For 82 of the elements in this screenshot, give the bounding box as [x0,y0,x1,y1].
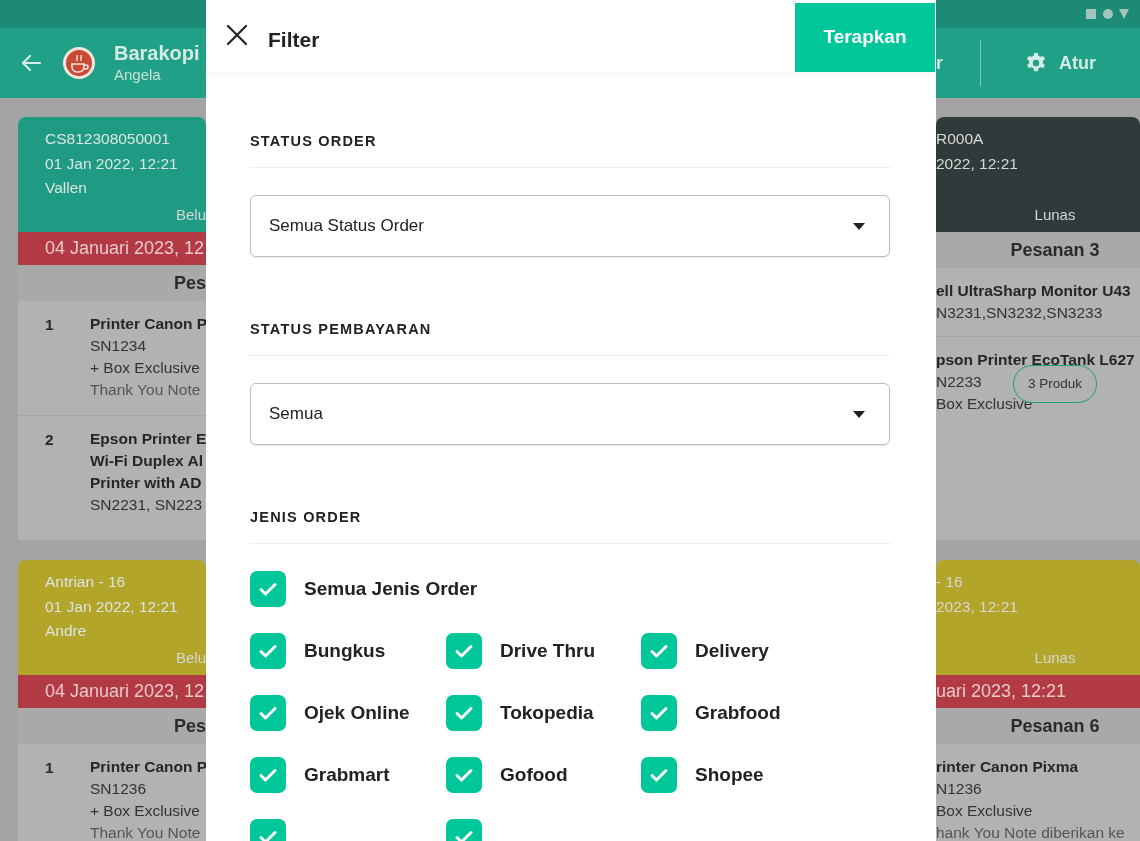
item-text: SN1236 [90,779,146,799]
user-name: Angela [114,65,162,85]
item-text: SN1234 [90,336,146,356]
item-text: Box Exclusive [936,801,1033,821]
dropdown-caret-icon [853,410,865,418]
order-title: Pesanan 6 [1010,714,1100,738]
checkbox-label[interactable]: Drive Thru [500,636,596,666]
cafe-logo-icon [62,46,96,80]
item-text: N1236 [936,779,982,799]
section-label: STATUS ORDER [250,133,377,149]
close-button[interactable] [226,24,248,46]
item-text: Printer Canon P [90,757,206,777]
header-text: Antrian - 16 [45,572,127,592]
checkbox-label[interactable]: Gofood [500,760,568,790]
item-number: 1 [45,315,55,335]
item-text: Thank You Note [90,380,201,400]
header-text: CS812308050001 [45,129,171,149]
header-text: 2023, 12:21 [936,596,1019,617]
item-text: SN2231, SN223 [90,495,203,515]
item-text: Printer with AD [90,473,202,493]
payment-status: Lunas [1034,647,1076,668]
order-title: Pesanan 3 [1010,238,1100,262]
dropdown-field[interactable]: Semua Status Order [250,195,890,257]
header-text: Andre [45,621,88,641]
item-text: rinter Canon Pixma [936,757,1079,777]
order-card[interactable]: R000A 2022, 12:21 Lunas Pesanan 3 ell UltraSharp Monitor U43 N3231,SN3232,SN3233 pson Printer EcoTank L627 N2233 3 Produk Box Exclusive [936,117,1140,540]
checkbox[interactable] [250,633,286,669]
checkbox-label[interactable]: Grabfood [695,698,781,728]
order-title: Pes [173,271,206,295]
checkbox-label[interactable]: Delivery [695,636,769,666]
payment-status: Belu [175,647,206,668]
item-number: 1 [45,758,55,778]
checkbox-label[interactable]: Ojek Online [304,698,410,728]
payment-status: Belu [175,204,206,225]
payment-status: Lunas [1034,204,1076,225]
header-text: 01 Jan 2022, 12:21 [45,596,179,617]
checkbox-label[interactable]: Shopee [695,760,764,790]
checkbox[interactable] [446,633,482,669]
close-icon [226,24,248,46]
section-label: JENIS ORDER [250,509,362,525]
order-title: Pes [173,714,206,738]
header-text: 2022, 12:21 [936,153,1019,174]
item-text: Thank You Note [90,823,201,841]
item-number: 2 [45,430,55,450]
order-card[interactable]: - 16 2023, 12:21 Lunas uari 2023, 12:21 Pesanan 6 rinter Canon Pixma N1236 Box Exclusive hank You Note diberikan ke [936,560,1140,841]
order-card[interactable]: Antrian - 16 01 Jan 2022, 12:21 Andre Belu 04 Januari 2023, 12 Pes 1 Printer Canon P SN1236 + Box Exclusive Thank You Note [18,560,206,841]
item-text: ell UltraSharp Monitor U43 [936,281,1131,301]
checkbox[interactable] [250,571,286,607]
item-text: + Box Exclusive [90,801,200,821]
dropdown-caret-icon [853,222,865,230]
checkbox[interactable] [641,757,677,793]
dropdown-field[interactable]: Semua [250,383,890,445]
item-text: + Box Exclusive [90,358,200,378]
checkbox[interactable] [250,695,286,731]
checkbox-label[interactable]: Bungkus [304,636,386,666]
order-card[interactable]: CS812308050001 01 Jan 2022, 12:21 Vallen Belu 04 Januari 2023, 12 Pes 1 Printer Canon P SN1234 + Box Exclusive Thank You Note 2 Epson Printer E Wi-Fi Duplex Al Printer with AD SN2231, SN223 [18,117,206,540]
item-text: Epson Printer E [90,429,206,449]
checkbox-label[interactable]: Grabmart [304,760,390,790]
checkbox[interactable] [641,633,677,669]
checkbox-label[interactable]: Tokopedia [500,698,594,728]
checkbox[interactable] [446,757,482,793]
filter-title: Filter [268,27,320,53]
item-text: N2233 [936,372,982,392]
header-text: - 16 [936,572,964,592]
checkbox[interactable] [446,695,482,731]
header-text: 01 Jan 2022, 12:21 [45,153,179,174]
date-text: 04 Januari 2023, 12 [45,237,205,260]
checkbox[interactable] [250,757,286,793]
gear-icon [1025,52,1047,74]
item-text: N3231,SN3232,SN3233 [936,303,1103,323]
checkbox-label[interactable]: Semua Jenis Order [304,574,478,604]
store-name: Barakopi [114,41,200,65]
status-icons-drawing [1086,8,1130,20]
date-text: 04 Januari 2023, 12 [45,680,205,703]
header-text: Vallen [45,178,88,198]
item-text: hank You Note diberikan ke [936,823,1125,841]
date-text: uari 2023, 12:21 [936,680,1067,703]
header-text: R000A [936,129,985,149]
item-text: Printer Canon P [90,314,206,334]
section-label: STATUS PEMBAYARAN [250,321,432,337]
checkbox[interactable] [641,695,677,731]
item-text: Wi-Fi Duplex Al [90,451,203,471]
